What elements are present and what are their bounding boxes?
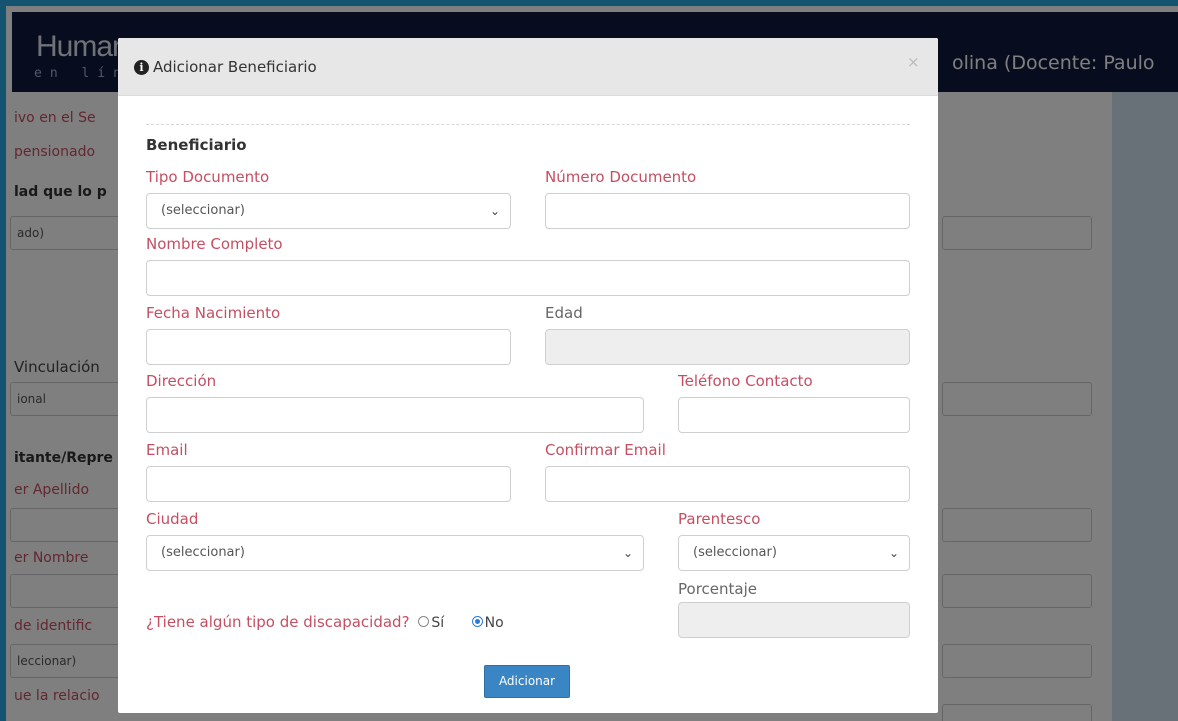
direccion-label: Dirección	[146, 372, 217, 390]
add-beneficiary-modal: i Adicionar Beneficiario × Beneficiario …	[118, 38, 938, 713]
edad-input	[545, 329, 910, 365]
select-value: (seleccionar)	[161, 203, 245, 218]
ciudad-select[interactable]: (seleccionar) ⌄	[146, 535, 644, 571]
tipo-documento-label: Tipo Documento	[146, 168, 270, 186]
parentesco-label: Parentesco	[678, 510, 761, 528]
direccion-input[interactable]	[146, 397, 644, 433]
discapacidad-row: ¿Tiene algún tipo de discapacidad? Sí No	[146, 613, 504, 631]
email-label: Email	[146, 441, 188, 459]
email-input[interactable]	[146, 466, 511, 502]
divider	[146, 124, 910, 125]
chevron-down-icon: ⌄	[489, 204, 500, 218]
parentesco-select[interactable]: (seleccionar) ⌄	[678, 535, 910, 571]
telefono-label: Teléfono Contacto	[678, 372, 813, 390]
modal-title: Adicionar Beneficiario	[153, 58, 317, 76]
section-title: Beneficiario	[146, 136, 247, 154]
select-value: (seleccionar)	[161, 545, 245, 560]
numero-documento-input[interactable]	[545, 193, 910, 229]
tipo-documento-select[interactable]: (seleccionar) ⌄	[146, 193, 511, 229]
nombre-completo-input[interactable]	[146, 260, 910, 296]
chevron-down-icon: ⌄	[888, 546, 899, 560]
porcentaje-label: Porcentaje	[678, 580, 757, 598]
close-button[interactable]: ×	[907, 53, 920, 71]
confirmar-email-label: Confirmar Email	[545, 441, 666, 459]
edad-label: Edad	[545, 304, 583, 322]
chevron-down-icon: ⌄	[622, 546, 633, 560]
radio-no-label[interactable]: No	[485, 615, 504, 631]
radio-si-label[interactable]: Sí	[431, 615, 444, 631]
adicionar-button[interactable]: Adicionar	[484, 665, 570, 698]
fecha-nacimiento-input[interactable]	[146, 329, 511, 365]
radio-si[interactable]	[418, 616, 430, 627]
numero-documento-label: Número Documento	[545, 168, 697, 186]
select-value: (seleccionar)	[693, 545, 777, 560]
porcentaje-input	[678, 602, 910, 638]
modal-header: i Adicionar Beneficiario ×	[118, 38, 938, 96]
radio-no[interactable]	[471, 616, 483, 627]
discapacidad-question: ¿Tiene algún tipo de discapacidad?	[146, 613, 410, 631]
fecha-nacimiento-label: Fecha Nacimiento	[146, 304, 281, 322]
telefono-input[interactable]	[678, 397, 910, 433]
confirmar-email-input[interactable]	[545, 466, 910, 502]
info-icon: i	[134, 60, 149, 75]
ciudad-label: Ciudad	[146, 510, 199, 528]
nombre-completo-label: Nombre Completo	[146, 235, 283, 253]
